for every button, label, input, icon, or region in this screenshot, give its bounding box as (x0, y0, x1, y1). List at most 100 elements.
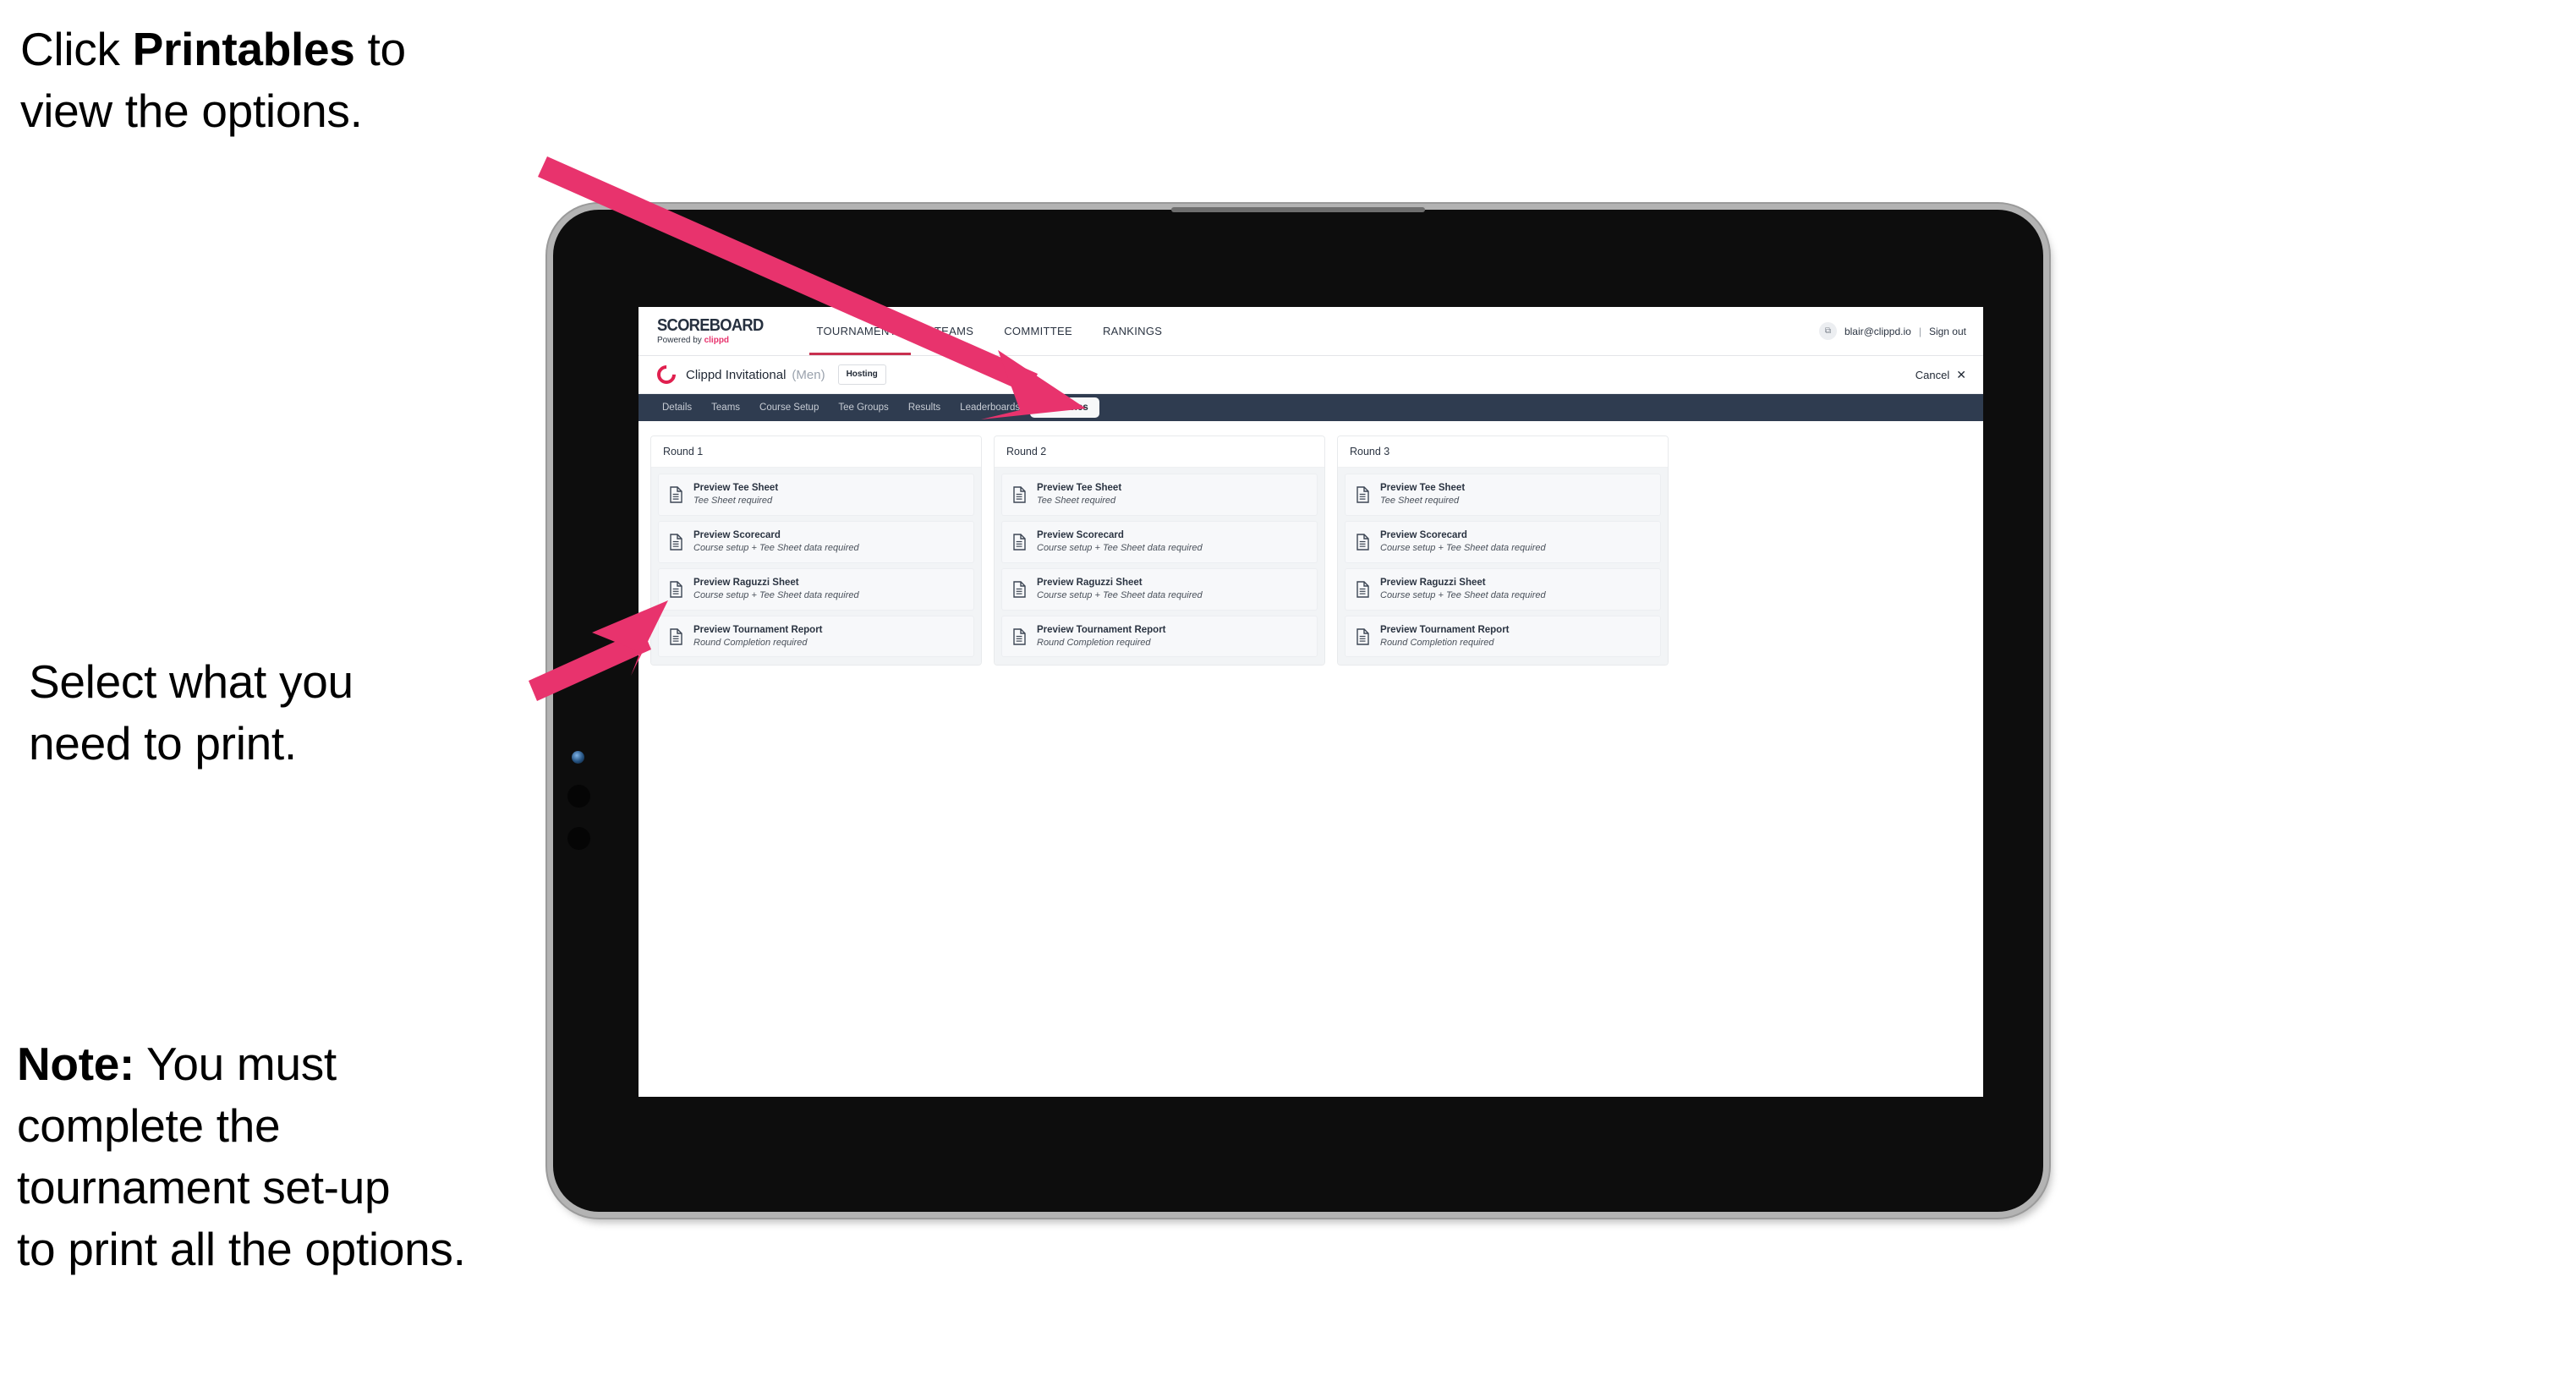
document-icon (670, 580, 682, 598)
printable-item-title: Preview Raguzzi Sheet (1380, 577, 1486, 588)
account-area: ⧉ blair@clippd.io | Sign out (1818, 307, 1983, 355)
top-nav-item-tournaments[interactable]: TOURNAMENTS (801, 307, 918, 355)
printable-item-requirement: Course setup + Tee Sheet data required (1380, 589, 1546, 600)
brand-title: SCOREBOARD (657, 316, 764, 335)
tournament-header-bar: Clippd Invitational (Men) Hosting Cancel… (639, 356, 1983, 394)
annotation-note-label: Note: (17, 1038, 135, 1090)
close-icon: ✕ (1956, 367, 1966, 381)
printable-item-text: Preview Tee Sheet Tee Sheet required (1037, 483, 1121, 507)
printable-item[interactable]: Preview Tournament Report Round Completio… (1345, 615, 1661, 658)
account-separator: | (1918, 325, 1921, 337)
printable-item-text: Preview Tournament Report Round Completio… (1380, 625, 1510, 649)
printable-item-text: Preview Tournament Report Round Completio… (1037, 625, 1166, 649)
round-items: Preview Tee Sheet Tee Sheet required Previ… (1338, 468, 1668, 666)
round-items: Preview Tee Sheet Tee Sheet required Previ… (995, 468, 1324, 666)
printable-item-title: Preview Tournament Report (1037, 624, 1166, 635)
cancel-label: Cancel (1915, 368, 1950, 381)
document-icon (1357, 580, 1369, 598)
round-header: Round 2 (995, 436, 1324, 468)
clippd-c-logo-icon (653, 361, 680, 388)
printable-item-text: Preview Raguzzi Sheet Course setup + Tee … (693, 578, 859, 601)
round-items: Preview Tee Sheet Tee Sheet required Previ… (651, 468, 981, 666)
round-column: Round 3 Preview Tee Sheet Tee Sheet requir… (1337, 436, 1669, 666)
printable-item[interactable]: Preview Scorecard Course setup + Tee Shee… (1345, 520, 1661, 563)
printable-item-requirement: Course setup + Tee Sheet data required (693, 589, 859, 600)
printable-item[interactable]: Preview Scorecard Course setup + Tee Shee… (1001, 520, 1318, 563)
printable-item-text: Preview Scorecard Course setup + Tee Shee… (693, 530, 859, 554)
scoreboard-logo[interactable]: SCOREBOARD Powered by clippd (657, 307, 801, 355)
printable-item-text: Preview Scorecard Course setup + Tee Shee… (1037, 530, 1203, 554)
tab-teams[interactable]: Teams (702, 398, 749, 417)
tournament-name: Clippd Invitational (686, 367, 787, 382)
primary-nav: TOURNAMENTS TEAMS COMMITTEE RANKINGS (801, 307, 1177, 355)
tablet-speaker-slit (1171, 207, 1425, 212)
printable-item[interactable]: Preview Tee Sheet Tee Sheet required (1001, 474, 1318, 516)
printable-item[interactable]: Preview Raguzzi Sheet Course setup + Tee … (1345, 567, 1661, 611)
printable-item-text: Preview Scorecard Course setup + Tee Shee… (1380, 530, 1546, 554)
round-header: Round 3 (1338, 436, 1668, 468)
tab-leaderboards[interactable]: Leaderboards (951, 398, 1029, 417)
printable-item[interactable]: Preview Tee Sheet Tee Sheet required (658, 474, 974, 516)
printable-item-requirement: Course setup + Tee Sheet data required (1037, 543, 1203, 554)
tab-details[interactable]: Details (653, 398, 701, 417)
printable-item-text: Preview Raguzzi Sheet Course setup + Tee … (1037, 578, 1203, 601)
powered-by-label: Powered by (657, 336, 704, 345)
document-icon (1013, 580, 1026, 598)
tournament-gender: (Men) (792, 367, 825, 382)
printables-content: Round 1 Preview Tee Sheet Tee Sheet requir… (639, 421, 1983, 681)
tab-tee-groups[interactable]: Tee Groups (829, 398, 897, 417)
top-nav-item-committee[interactable]: COMMITTEE (989, 307, 1088, 355)
tab-printables[interactable]: Printables (1030, 397, 1099, 418)
tablet-camera-led (572, 751, 584, 764)
annotation-select-print: Select what you need to print. (29, 655, 354, 770)
annotation-printables-emphasis: Printables (132, 23, 355, 75)
document-icon (670, 534, 682, 551)
document-icon (1013, 627, 1026, 645)
round-column: Round 2 Preview Tee Sheet Tee Sheet requir… (994, 436, 1325, 666)
printable-item[interactable]: Preview Tournament Report Round Completio… (658, 615, 974, 658)
section-tab-strip: Details Teams Course Setup Tee Groups Result… (639, 394, 1983, 421)
printable-item-title: Preview Scorecard (1037, 529, 1124, 540)
top-navigation-bar: SCOREBOARD Powered by clippd TOURNAMENTS… (639, 307, 1983, 356)
tab-results[interactable]: Results (899, 398, 950, 417)
tablet-volume-down-button[interactable] (567, 827, 590, 850)
printable-item-requirement: Tee Sheet required (1380, 496, 1460, 507)
printable-item-title: Preview Tee Sheet (1380, 483, 1466, 493)
avatar[interactable]: ⧉ (1818, 322, 1837, 340)
printable-item[interactable]: Preview Tee Sheet Tee Sheet required (1345, 474, 1661, 516)
printable-item-title: Preview Tournament Report (693, 624, 823, 635)
printable-item-requirement: Course setup + Tee Sheet data required (1037, 589, 1203, 600)
printable-item[interactable]: Preview Raguzzi Sheet Course setup + Tee … (1001, 567, 1318, 611)
document-icon (670, 486, 682, 503)
printable-item[interactable]: Preview Tournament Report Round Completio… (1001, 615, 1318, 658)
sign-out-link[interactable]: Sign out (1929, 326, 1966, 337)
tab-course-setup[interactable]: Course Setup (750, 398, 828, 417)
cancel-button[interactable]: Cancel ✕ (1916, 368, 1966, 382)
printable-item-text: Preview Tournament Report Round Completio… (693, 625, 823, 649)
annotation-click-prefix: Click (20, 23, 133, 75)
printable-item[interactable]: Preview Raguzzi Sheet Course setup + Tee … (658, 567, 974, 611)
printable-item-requirement: Round Completion required (1037, 637, 1151, 648)
printable-item-title: Preview Tee Sheet (693, 483, 779, 493)
printable-item-title: Preview Tournament Report (1380, 624, 1510, 635)
printable-item[interactable]: Preview Scorecard Course setup + Tee Shee… (658, 520, 974, 563)
document-icon (1357, 627, 1369, 645)
document-icon (1013, 486, 1026, 503)
annotation-click-printables: Click Printables to view the options. (20, 19, 595, 142)
printable-item-title: Preview Tee Sheet (1037, 483, 1122, 493)
tablet-volume-up-button[interactable] (567, 785, 590, 808)
printable-item-title: Preview Raguzzi Sheet (1037, 577, 1143, 588)
round-column: Round 1 Preview Tee Sheet Tee Sheet requir… (650, 436, 982, 666)
top-nav-item-teams[interactable]: TEAMS (919, 307, 989, 355)
browser-screen: SCOREBOARD Powered by clippd TOURNAMENTS… (639, 307, 1983, 1097)
printable-item-requirement: Course setup + Tee Sheet data required (693, 543, 859, 554)
top-nav-item-rankings[interactable]: RANKINGS (1088, 307, 1177, 355)
printable-item-requirement: Tee Sheet required (1037, 496, 1116, 507)
brand-subtitle: Powered by clippd (657, 337, 772, 345)
printable-item-title: Preview Scorecard (1380, 529, 1467, 540)
printable-item-title: Preview Raguzzi Sheet (693, 577, 799, 588)
printable-item-text: Preview Tee Sheet Tee Sheet required (693, 483, 778, 507)
printable-item-title: Preview Scorecard (693, 529, 781, 540)
printable-item-text: Preview Tee Sheet Tee Sheet required (1380, 483, 1465, 507)
document-icon (1357, 486, 1369, 503)
